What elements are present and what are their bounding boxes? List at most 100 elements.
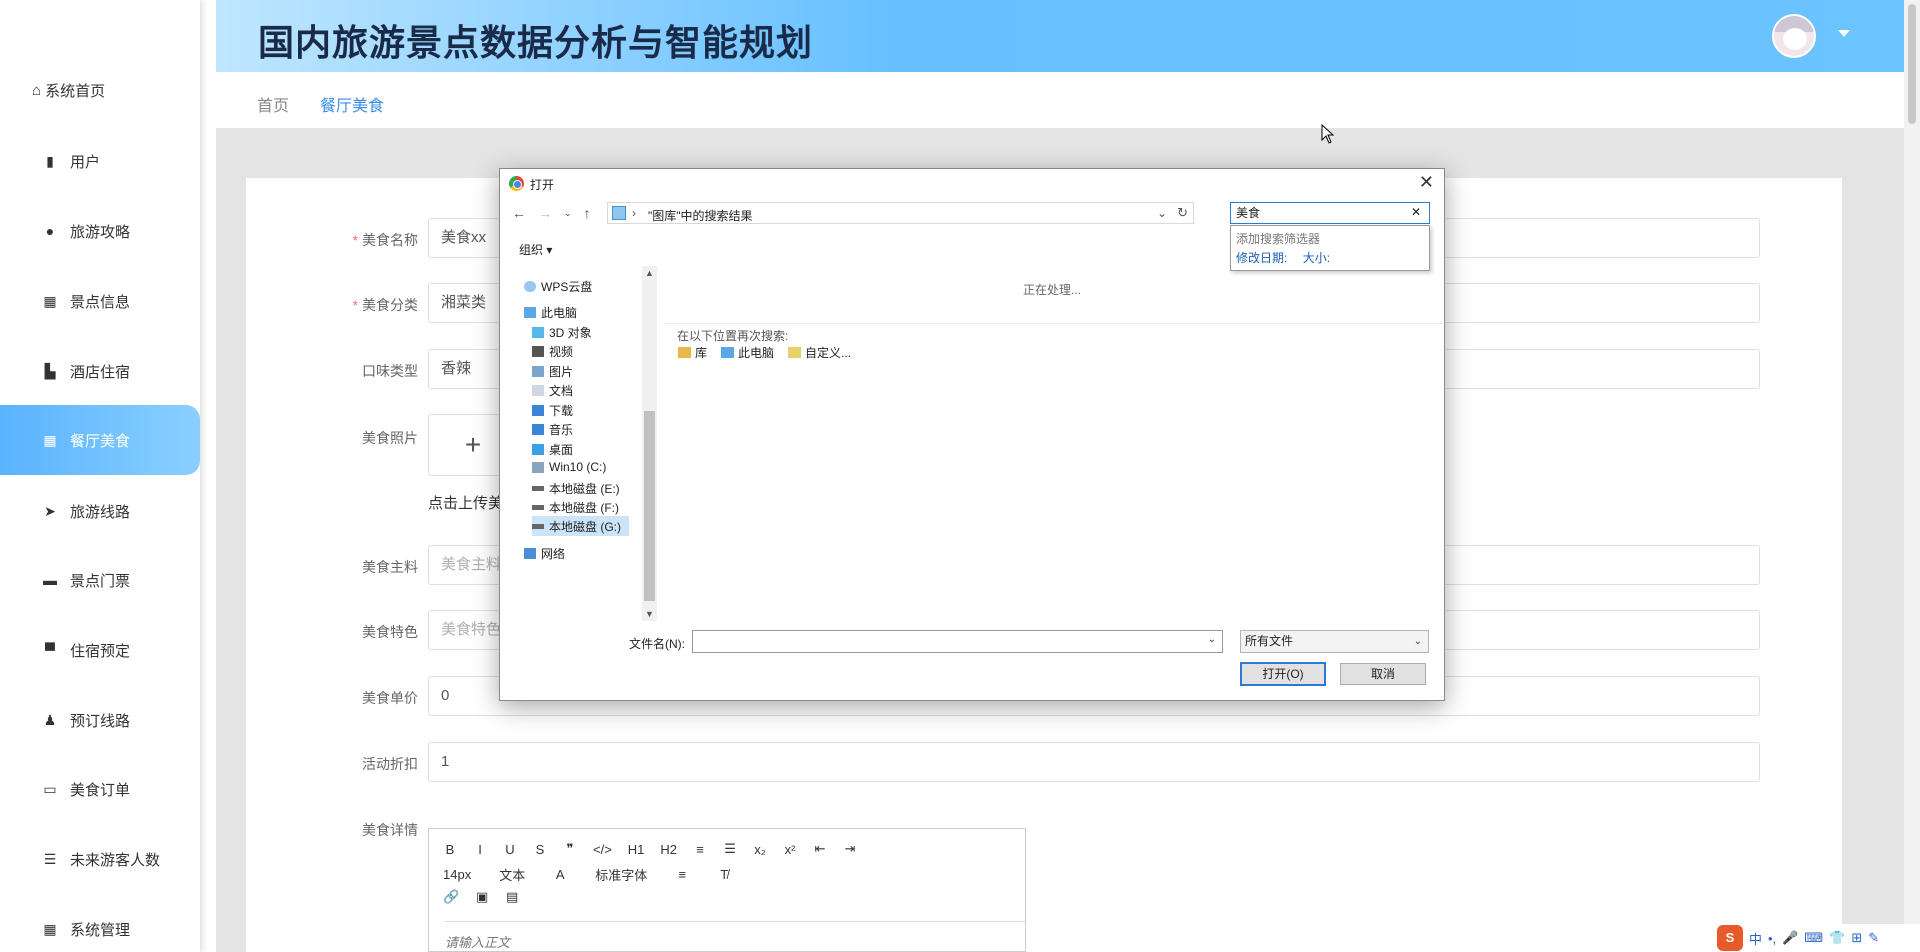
- chevron-down-icon[interactable]: [1838, 30, 1850, 37]
- filetype-value: 所有文件: [1245, 634, 1294, 648]
- tree-item-desktop[interactable]: 桌面: [532, 441, 573, 458]
- keyboard-icon[interactable]: ⌨: [1804, 930, 1823, 946]
- bullet-list-button[interactable]: ☰: [723, 841, 737, 857]
- chevron-down-icon[interactable]: ⌄: [1208, 634, 1216, 645]
- header-select[interactable]: 文本: [499, 865, 525, 884]
- label-text: 美食分类: [362, 297, 418, 313]
- tree-item-documents[interactable]: 文档: [532, 382, 573, 399]
- rich-text-editor[interactable]: B I U S ❞ </> H1 H2 ≡ ☰ x₂ x² ⇤ ⇥ 14px 文…: [428, 828, 1026, 952]
- tree-item-drive-g[interactable]: 本地磁盘 (G:): [532, 516, 629, 536]
- location-this-pc[interactable]: 此电脑: [721, 344, 774, 361]
- forward-arrow-icon[interactable]: →: [538, 205, 552, 221]
- editor-placeholder[interactable]: 请输入正文: [445, 921, 1025, 951]
- field-label: 活动折扣: [362, 756, 418, 772]
- open-button[interactable]: 打开(O): [1240, 662, 1326, 686]
- tree-item-pictures[interactable]: 图片: [532, 363, 573, 380]
- clear-search-icon[interactable]: ✕: [1411, 205, 1421, 219]
- filter-size[interactable]: 大小:: [1303, 251, 1330, 265]
- avatar[interactable]: [1772, 14, 1816, 58]
- chevron-down-icon[interactable]: ⌄: [1157, 206, 1167, 220]
- microphone-icon[interactable]: 🎤: [1782, 930, 1798, 946]
- cancel-button[interactable]: 取消: [1340, 663, 1426, 685]
- organize-button[interactable]: 组织 ▾: [519, 241, 552, 258]
- filetype-select[interactable]: 所有文件 ⌄: [1240, 630, 1429, 653]
- font-size-select[interactable]: 14px: [443, 867, 471, 882]
- h2-button[interactable]: H2: [660, 842, 677, 857]
- back-arrow-icon[interactable]: ←: [512, 205, 526, 221]
- breadcrumb-home[interactable]: 首页: [257, 92, 289, 116]
- app-title: 国内旅游景点数据分析与智能规划: [258, 22, 814, 63]
- scroll-up-icon[interactable]: ▲: [645, 268, 654, 278]
- indent-button[interactable]: ⇥: [843, 841, 857, 857]
- user-icon: ●: [45, 223, 55, 239]
- ime-chinese-toggle[interactable]: 中: [1749, 929, 1762, 948]
- location-custom[interactable]: 自定义...: [788, 344, 851, 361]
- close-icon[interactable]: ✕: [1419, 172, 1434, 193]
- toolbox-icon[interactable]: ⊞: [1851, 930, 1862, 946]
- discount-input[interactable]: 1: [428, 742, 1760, 782]
- superscript-button[interactable]: x²: [783, 842, 797, 857]
- link-icon[interactable]: 🔗: [443, 889, 459, 905]
- search-input[interactable]: 美食: [1230, 202, 1430, 224]
- sidebar-item-travel-guide[interactable]: ● 旅游攻略: [0, 196, 200, 266]
- tree-item-3d[interactable]: 3D 对象: [532, 324, 592, 341]
- page-scroll-thumb[interactable]: [1908, 4, 1916, 124]
- bold-button[interactable]: B: [443, 842, 457, 857]
- up-arrow-icon[interactable]: ↑: [584, 205, 591, 221]
- tree-item-network[interactable]: 网络: [524, 545, 565, 562]
- sidebar-item-hotel-booking[interactable]: ▀ 住宿预定: [0, 615, 200, 685]
- recent-dropdown-icon[interactable]: ⌄: [564, 208, 572, 221]
- sidebar-item-food-orders[interactable]: ▭ 美食订单: [0, 754, 200, 824]
- subscript-button[interactable]: x₂: [753, 842, 767, 857]
- strike-button[interactable]: S: [533, 842, 547, 857]
- filename-input[interactable]: ⌄: [692, 630, 1223, 653]
- tree-item-wps[interactable]: WPS云盘: [524, 278, 592, 295]
- sidebar-item-system-admin[interactable]: ▦ 系统管理: [0, 894, 200, 952]
- image-icon[interactable]: ▣: [475, 889, 489, 905]
- sidebar-item-future-visitors[interactable]: ☰ 未来游客人数: [0, 824, 200, 894]
- send-icon: ➤: [44, 503, 56, 519]
- location-library[interactable]: 库: [678, 344, 707, 361]
- tree-item-drive-c[interactable]: Win10 (C:): [532, 460, 606, 474]
- tree-item-downloads[interactable]: 下载: [532, 402, 573, 419]
- align-button[interactable]: ≡: [675, 867, 689, 882]
- tree-label: 文档: [549, 384, 574, 398]
- h1-button[interactable]: H1: [628, 842, 645, 857]
- computer-icon: [524, 307, 536, 318]
- pen-icon[interactable]: ✎: [1868, 930, 1879, 946]
- scroll-thumb[interactable]: [644, 411, 655, 601]
- tree-item-this-pc[interactable]: 此电脑: [524, 304, 577, 321]
- underline-button[interactable]: U: [503, 842, 517, 857]
- italic-button[interactable]: I: [473, 842, 487, 857]
- field-label: 美食照片: [362, 430, 418, 446]
- sogou-logo-icon[interactable]: S: [1717, 925, 1743, 951]
- tree-item-drive-f[interactable]: 本地磁盘 (F:): [532, 499, 619, 516]
- tree-item-drive-e[interactable]: 本地磁盘 (E:): [532, 480, 620, 497]
- font-color-button[interactable]: A: [553, 867, 567, 882]
- code-button[interactable]: </>: [593, 842, 612, 857]
- sidebar-item-home[interactable]: ⌂ 系统首页: [32, 80, 105, 101]
- font-family-select[interactable]: 标准字体: [595, 865, 647, 884]
- skin-icon[interactable]: 👕: [1829, 930, 1845, 946]
- address-bar[interactable]: › "图库"中的搜索结果 ⌄ ↻: [607, 202, 1194, 224]
- tree-scrollbar[interactable]: ▲ ▼: [642, 266, 657, 621]
- sidebar-item-users[interactable]: ▮ 用户: [0, 126, 200, 196]
- refresh-icon[interactable]: ↻: [1177, 205, 1188, 221]
- sidebar-item-travel-route[interactable]: ➤ 旅游线路: [0, 476, 200, 546]
- sidebar-item-restaurant-food[interactable]: ▦ 餐厅美食: [0, 405, 200, 475]
- tree-item-video[interactable]: 视频: [532, 343, 573, 360]
- sidebar-item-hotel[interactable]: ▙ 酒店住宿: [0, 336, 200, 406]
- outdent-button[interactable]: ⇤: [813, 841, 827, 857]
- tree-item-music[interactable]: 音乐: [532, 421, 573, 438]
- filter-modified-date[interactable]: 修改日期:: [1236, 251, 1287, 265]
- scroll-down-icon[interactable]: ▼: [645, 609, 654, 619]
- ordered-list-button[interactable]: ≡: [693, 842, 707, 857]
- page-scrollbar[interactable]: [1904, 0, 1920, 952]
- ime-punctuation-icon[interactable]: •,: [1768, 931, 1776, 946]
- clear-format-button[interactable]: T̸: [717, 867, 731, 882]
- sidebar-item-route-booking[interactable]: ♟ 预订线路: [0, 685, 200, 755]
- quote-button[interactable]: ❞: [563, 841, 577, 857]
- sidebar-item-scenic-info[interactable]: ▦ 景点信息: [0, 266, 200, 336]
- video-icon[interactable]: ▤: [505, 889, 519, 905]
- sidebar-item-tickets[interactable]: ▬ 景点门票: [0, 545, 200, 615]
